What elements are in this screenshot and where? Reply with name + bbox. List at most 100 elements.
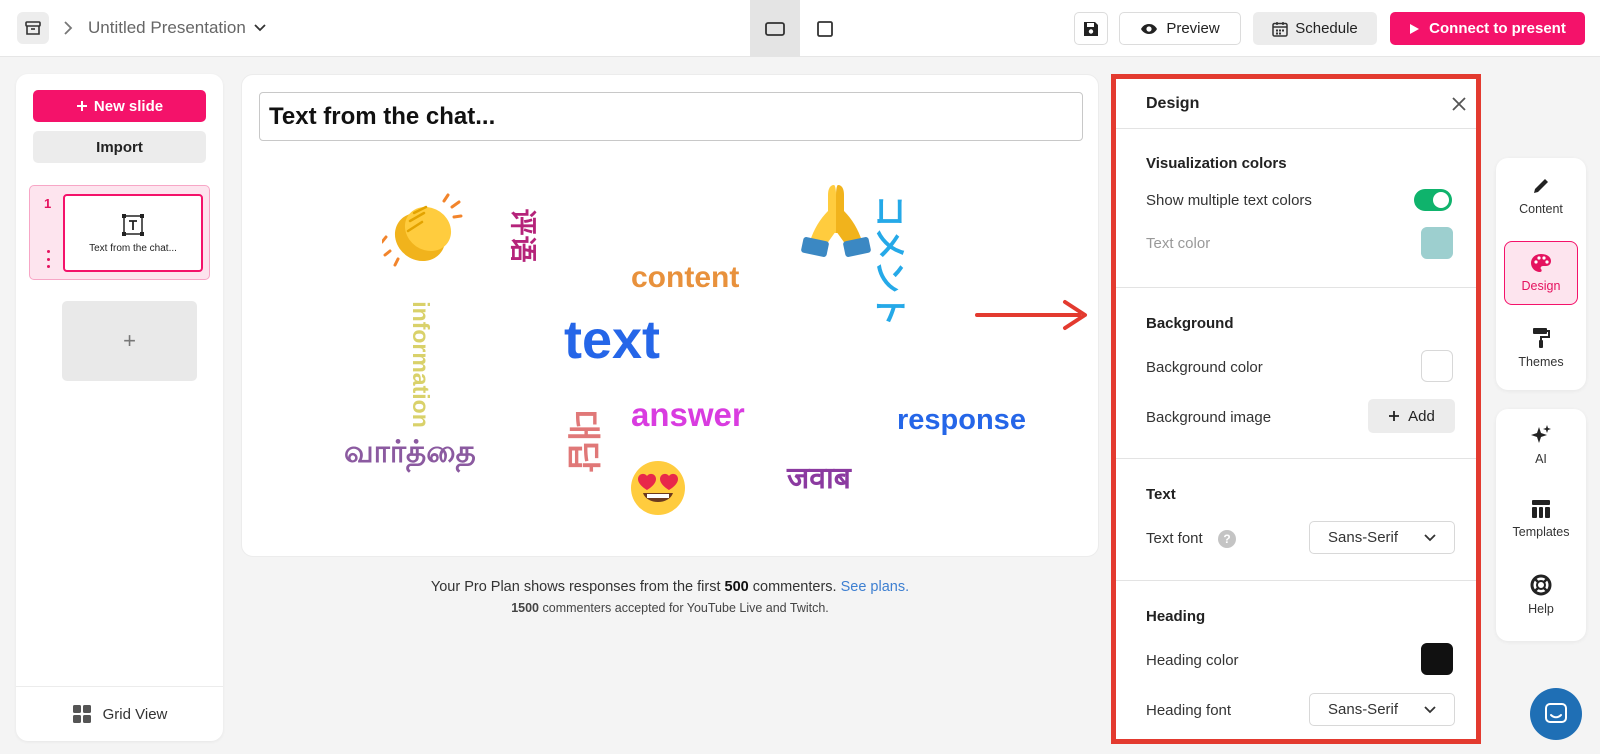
top-bar: Untitled Presentation Preview Schedule C… <box>0 0 1600 57</box>
add-label: Add <box>1408 407 1435 425</box>
slide-options-icon[interactable] <box>45 250 51 268</box>
calendar-icon <box>1272 21 1288 37</box>
design-panel-header: Design <box>1116 79 1476 129</box>
new-slide-button[interactable]: New slide <box>33 90 206 122</box>
plan-sub-count: 1500 <box>511 601 540 615</box>
pencil-icon <box>1534 179 1548 193</box>
folded-hands-emoji <box>801 185 871 257</box>
design-tab-label: Design <box>1521 279 1561 293</box>
save-button[interactable] <box>1074 12 1108 45</box>
slide-title-input[interactable]: Text from the chat... <box>259 92 1083 141</box>
add-background-image-button[interactable]: Add <box>1368 399 1455 433</box>
content-tab[interactable]: Content <box>1504 164 1578 228</box>
heading-section: Heading Heading color Heading font Sans-… <box>1116 581 1476 739</box>
design-panel: Design Visualization colors Show multipl… <box>1111 74 1481 744</box>
heading-font-select[interactable]: Sans-Serif <box>1309 693 1455 726</box>
preview-label: Preview <box>1166 20 1220 37</box>
lifebuoy-icon <box>1530 574 1552 596</box>
word-tamil: வார்த்தை <box>344 434 476 470</box>
help-tab[interactable]: Help <box>1504 563 1578 627</box>
presentation-title: Untitled Presentation <box>88 18 246 37</box>
templates-tab-label: Templates <box>1512 525 1570 539</box>
slide-thumbnail-title: Text from the chat... <box>89 242 177 254</box>
square-icon <box>817 20 833 37</box>
archive-home-button[interactable] <box>17 12 49 44</box>
help-tab-label: Help <box>1528 602 1554 616</box>
slides-panel: New slide Import 1 Text from the chat...… <box>16 74 223 741</box>
section-title: Visualization colors <box>1146 155 1287 172</box>
square-view-button[interactable] <box>800 0 850 57</box>
heading-font-value: Sans-Serif <box>1328 701 1399 718</box>
themes-tab-label: Themes <box>1518 355 1564 369</box>
text-section: Text Text font ? Sans-Serif <box>1116 459 1476 581</box>
close-design-panel-button[interactable] <box>1448 93 1470 115</box>
content-tab-label: Content <box>1519 202 1563 216</box>
section-title: Background <box>1146 315 1234 332</box>
archive-icon <box>25 21 41 35</box>
templates-icon <box>1532 500 1550 518</box>
sparkles-icon <box>1531 425 1551 443</box>
slide-canvas[interactable]: Text from the chat... 评语 information வார… <box>241 74 1099 557</box>
connect-to-present-button[interactable]: Connect to present <box>1390 12 1585 45</box>
slide-list-item[interactable]: 1 Text from the chat... <box>29 185 210 280</box>
word-content: content <box>631 261 740 294</box>
play-icon <box>1410 23 1420 34</box>
text-font-select[interactable]: Sans-Serif <box>1309 521 1455 554</box>
heading-color-label: Heading color <box>1146 652 1239 669</box>
background-color-swatch[interactable] <box>1421 350 1453 382</box>
chevron-down-icon <box>1424 533 1436 541</box>
paint-roller-icon <box>1533 328 1550 348</box>
widescreen-view-button[interactable] <box>750 0 800 57</box>
text-box-icon <box>122 213 144 236</box>
word-answer: answer <box>631 396 745 433</box>
word-hindi: जवाब <box>787 461 851 496</box>
word-chinese: 评语 <box>506 208 538 263</box>
add-slide-placeholder[interactable]: + <box>62 301 197 381</box>
plus-icon <box>76 101 87 111</box>
annotation-arrow-icon <box>975 300 1087 330</box>
visualization-colors-section: Visualization colors Show multiple text … <box>1116 129 1476 288</box>
schedule-button[interactable]: Schedule <box>1253 12 1377 45</box>
background-image-label: Background image <box>1146 409 1272 426</box>
multi-colors-toggle[interactable] <box>1414 189 1452 211</box>
templates-tab[interactable]: Templates <box>1504 487 1578 551</box>
chevron-down-icon <box>254 24 266 32</box>
see-plans-link[interactable]: See plans. <box>841 579 910 595</box>
preview-button[interactable]: Preview <box>1119 12 1241 45</box>
breadcrumb-chevron-icon <box>60 17 76 39</box>
design-panel-title: Design <box>1146 95 1200 112</box>
import-button[interactable]: Import <box>33 131 206 163</box>
multi-colors-label: Show multiple text colors <box>1146 192 1312 209</box>
word-japanese: コメント <box>870 194 910 327</box>
ai-tab[interactable]: AI <box>1504 413 1578 477</box>
presentation-title-dropdown[interactable]: Untitled Presentation <box>88 18 266 38</box>
plan-info-subline: 1500 commenters accepted for YouTube Liv… <box>241 601 1099 615</box>
grid-view-label: Grid View <box>102 705 168 723</box>
ai-tab-label: AI <box>1535 452 1547 466</box>
text-font-label: Text font <box>1146 530 1203 547</box>
design-tab[interactable]: Design <box>1504 241 1578 305</box>
palette-icon <box>1531 254 1551 272</box>
plus-icon <box>1389 411 1400 421</box>
background-color-label: Background color <box>1146 359 1263 376</box>
clapping-hands-emoji <box>382 193 463 267</box>
heart-eyes-emoji <box>631 461 685 515</box>
chat-icon <box>1545 703 1567 723</box>
heading-color-swatch[interactable] <box>1421 643 1453 675</box>
slide-thumbnail[interactable]: Text from the chat... <box>63 194 203 272</box>
heading-font-label: Heading font <box>1146 702 1232 719</box>
plan-info-line: Your Pro Plan shows responses from the f… <box>241 579 1099 595</box>
text-color-swatch[interactable] <box>1421 227 1453 259</box>
support-chat-button[interactable] <box>1530 688 1582 740</box>
chevron-down-icon <box>1424 705 1436 713</box>
floppy-disk-icon <box>1084 21 1098 36</box>
widescreen-icon <box>765 21 785 36</box>
tool-rail-top: Content Design Themes <box>1496 158 1586 390</box>
eye-icon <box>1141 23 1158 34</box>
text-color-label: Text color <box>1146 235 1211 252</box>
grid-view-button[interactable]: Grid View <box>16 686 223 741</box>
plan-info-prefix: Your Pro Plan shows responses from the f… <box>430 579 721 595</box>
close-icon <box>1452 97 1466 111</box>
help-question-icon[interactable]: ? <box>1218 530 1236 548</box>
themes-tab[interactable]: Themes <box>1504 316 1578 380</box>
